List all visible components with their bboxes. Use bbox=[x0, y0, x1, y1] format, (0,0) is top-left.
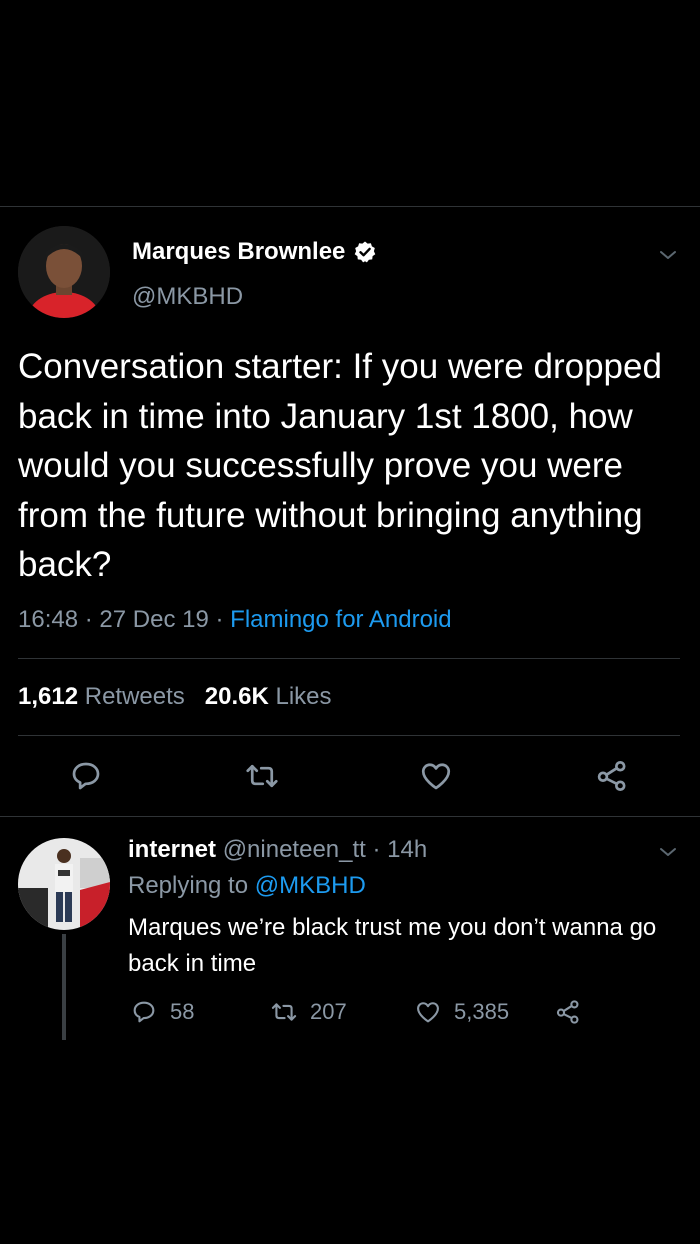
like-button[interactable] bbox=[418, 758, 454, 794]
likes-label: Likes bbox=[275, 683, 332, 710]
source-app-link[interactable]: Flamingo for Android bbox=[230, 606, 451, 633]
reply-retweet-button[interactable]: 207 bbox=[270, 998, 347, 1026]
author-avatar[interactable] bbox=[18, 226, 110, 318]
retweet-button[interactable] bbox=[244, 758, 280, 794]
chevron-down-icon[interactable] bbox=[656, 243, 680, 267]
heart-icon bbox=[417, 1002, 439, 1023]
share-icon bbox=[597, 761, 626, 791]
reply-like-button[interactable]: 5,385 bbox=[414, 998, 509, 1026]
reply-handle[interactable]: @nineteen_tt bbox=[223, 836, 366, 863]
reply-display-name[interactable]: internet bbox=[128, 836, 216, 863]
tweet-meta: 16:48 · 27 Dec 19 · Flamingo for Android bbox=[18, 606, 452, 634]
heart-icon bbox=[421, 763, 451, 790]
stats-bottom-divider bbox=[18, 735, 680, 736]
reply-age: 14h bbox=[387, 836, 428, 863]
replying-prefix: Replying to bbox=[128, 872, 249, 899]
retweet-count: 207 bbox=[310, 999, 347, 1024]
reply-header: internet @nineteen_tt · 14h bbox=[128, 836, 427, 864]
reply-divider bbox=[0, 816, 700, 817]
top-divider bbox=[0, 206, 700, 207]
reply-avatar[interactable] bbox=[18, 838, 110, 930]
reply-share-button[interactable] bbox=[554, 998, 594, 1026]
reply-reply-button[interactable]: 58 bbox=[130, 998, 194, 1026]
verified-badge-icon bbox=[355, 241, 376, 263]
reply-icon bbox=[133, 1001, 155, 1023]
reply-text: Marques we’re black trust me you don’t w… bbox=[128, 914, 657, 977]
tweet-time: 16:48 bbox=[18, 606, 79, 633]
author-display-name[interactable]: Marques Brownlee bbox=[132, 238, 345, 266]
reply-count: 58 bbox=[170, 999, 195, 1024]
like-count: 5,385 bbox=[454, 999, 510, 1024]
author-name-row: Marques Brownlee bbox=[132, 238, 377, 266]
share-button[interactable] bbox=[594, 758, 630, 794]
reply-icon bbox=[72, 762, 100, 790]
replying-to: Replying to @MKBHD bbox=[128, 872, 366, 900]
retweets-label: Retweets bbox=[84, 683, 185, 710]
tweet-date: 27 Dec 19 bbox=[99, 606, 209, 633]
replying-mention-link[interactable]: @MKBHD bbox=[255, 872, 366, 899]
stats-top-divider bbox=[18, 658, 680, 659]
author-handle[interactable]: @MKBHD bbox=[132, 283, 243, 311]
reply-separator: · bbox=[372, 836, 381, 863]
retweets-count: 1,612 bbox=[18, 683, 79, 710]
meta-separator: · bbox=[215, 606, 224, 633]
meta-separator: · bbox=[84, 606, 93, 633]
likes-stat[interactable]: 20.6K Likes bbox=[205, 683, 332, 710]
tweet-text: Conversation starter: If you were droppe… bbox=[18, 347, 662, 584]
thread-line bbox=[62, 934, 66, 1040]
retweet-icon bbox=[271, 1003, 297, 1021]
retweet-icon bbox=[246, 764, 278, 788]
retweets-stat[interactable]: 1,612 Retweets bbox=[18, 683, 185, 710]
share-icon bbox=[556, 1000, 579, 1024]
chevron-down-icon[interactable] bbox=[656, 840, 680, 864]
tweet-stats: 1,612 Retweets 20.6K Likes bbox=[18, 683, 332, 711]
reply-button[interactable] bbox=[68, 758, 104, 794]
likes-count: 20.6K bbox=[204, 683, 269, 710]
